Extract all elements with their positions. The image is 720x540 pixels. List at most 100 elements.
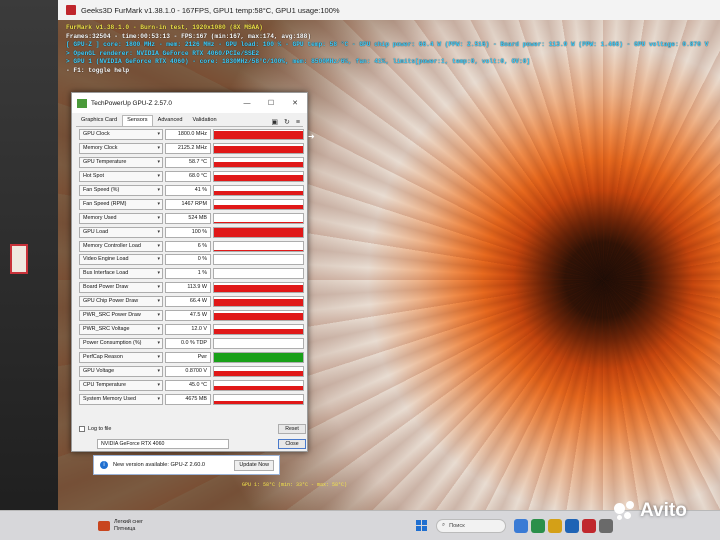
sensor-value: 524 MB xyxy=(165,212,211,224)
sensor-row: PWR_SRC Power Draw ▾ 47.5 W xyxy=(79,309,306,323)
start-button-icon[interactable] xyxy=(416,519,428,532)
sensor-label-text: PWR_SRC Power Draw xyxy=(83,312,141,319)
osd-line: Frames:32504 - time:00:53:13 - FPS:167 (… xyxy=(66,32,312,40)
taskbar-search[interactable]: ⌕ Поиск xyxy=(436,518,506,533)
sensor-graph-fill xyxy=(214,299,303,307)
sensor-label[interactable]: Memory Clock ▾ xyxy=(79,142,163,154)
chevron-down-icon: ▾ xyxy=(157,381,160,388)
sensor-label[interactable]: CPU Temperature ▾ xyxy=(79,379,163,391)
sensor-label[interactable]: GPU Temperature ▾ xyxy=(79,156,163,168)
sensor-label[interactable]: System Memory Used ▾ xyxy=(79,393,163,405)
chevron-down-icon: ▾ xyxy=(157,242,160,249)
sensor-label[interactable]: Video Engine Load ▾ xyxy=(79,254,163,266)
sensor-graph-fill xyxy=(214,401,303,404)
sensor-list: GPU Clock ▾ 1800.0 MHz Memory Clock ▾ 2125.2 … xyxy=(79,128,306,407)
gpuz-window[interactable]: TechPowerUp GPU-Z 2.57.0 — ☐ ✕ Graphics … xyxy=(71,92,308,452)
sensor-graph xyxy=(213,226,304,238)
maximize-icon[interactable]: ☐ xyxy=(259,99,283,107)
taskbar: Легкий снег Пятница ⌕ Поиск xyxy=(0,510,720,540)
tab-graphics-card[interactable]: Graphics Card xyxy=(76,115,122,126)
sensor-label-text: GPU Voltage xyxy=(83,367,115,374)
sensor-graph xyxy=(213,129,304,140)
sensor-label[interactable]: Hot Spot ▾ xyxy=(79,170,163,182)
sensor-label-text: Memory Clock xyxy=(83,144,118,151)
update-now-button[interactable]: Update Now xyxy=(234,459,274,471)
sensor-label[interactable]: Fan Speed (RPM) ▾ xyxy=(79,198,163,210)
sensor-label[interactable]: Fan Speed (%) ▾ xyxy=(79,184,163,196)
sensor-label[interactable]: PWR_SRC Voltage ▾ xyxy=(79,324,163,336)
taskbar-app-icon[interactable] xyxy=(531,518,545,533)
refresh-icon[interactable]: ↻ xyxy=(284,118,290,126)
sensor-graph-fill xyxy=(214,222,303,223)
sensor-row: GPU Load ▾ 100 % xyxy=(79,226,306,240)
sensor-label[interactable]: Memory Controller Load ▾ xyxy=(79,240,163,252)
chevron-down-icon: ▾ xyxy=(157,158,160,165)
tab-advanced[interactable]: Advanced xyxy=(153,115,188,126)
sensor-value: 66.4 W xyxy=(165,296,211,308)
sensor-label[interactable]: Bus Interface Load ▾ xyxy=(79,268,163,280)
minimize-icon[interactable]: — xyxy=(235,100,259,107)
sensor-row: Memory Used ▾ 524 MB xyxy=(79,212,306,226)
taskbar-app-icon[interactable] xyxy=(582,518,596,533)
sensor-label-text: Fan Speed (%) xyxy=(83,186,120,193)
chevron-down-icon: ▾ xyxy=(157,354,160,360)
sensor-graph xyxy=(213,198,304,210)
furmark-titlebar[interactable]: Geeks3D FurMark v1.38.1.0 - 167FPS, GPU1… xyxy=(58,0,720,20)
sensor-row: Fan Speed (%) ▾ 41 % xyxy=(79,184,306,198)
sensor-label[interactable]: PerfCap Reason ▾ xyxy=(79,352,163,363)
log-label: Log to file xyxy=(88,426,112,432)
furmark-osd: FurMark v1.38.1.0 - Burn-in test, 1920x1… xyxy=(66,24,708,76)
search-icon: ⌕ xyxy=(442,522,446,528)
chevron-down-icon: ▾ xyxy=(157,200,160,207)
weather-icon xyxy=(98,520,110,531)
chevron-down-icon: ▾ xyxy=(157,298,160,305)
sensor-label[interactable]: GPU Load ▾ xyxy=(79,226,163,238)
gpuz-tabs: Graphics Card Sensors Advanced Validatio… xyxy=(76,115,303,127)
menu-icon[interactable]: ≡ xyxy=(296,119,300,126)
sensor-label[interactable]: GPU Chip Power Draw ▾ xyxy=(79,296,163,308)
taskbar-apps xyxy=(514,518,616,533)
close-button[interactable]: Close xyxy=(278,439,306,449)
tab-sensors[interactable]: Sensors xyxy=(122,115,153,126)
sensor-row: System Memory Used ▾ 4675 MB xyxy=(79,393,306,407)
log-checkbox[interactable] xyxy=(79,426,85,432)
chevron-down-icon: ▾ xyxy=(157,214,160,221)
avito-watermark: Avito xyxy=(614,500,687,522)
sensor-label[interactable]: GPU Voltage ▾ xyxy=(79,365,163,377)
taskbar-app-icon[interactable] xyxy=(599,518,613,533)
sensor-label-text: GPU Chip Power Draw xyxy=(83,298,139,305)
sensor-label[interactable]: Power Consumption (%) ▾ xyxy=(79,338,163,350)
taskbar-app-icon[interactable] xyxy=(565,518,579,533)
sensor-label[interactable]: GPU Clock ▾ xyxy=(79,129,163,140)
chevron-down-icon: ▾ xyxy=(157,131,160,137)
weather-widget[interactable]: Легкий снег Пятница xyxy=(98,519,178,533)
sensor-graph-fill xyxy=(214,313,303,321)
sensor-value: 45.0 °C xyxy=(165,379,211,391)
gpuz-titlebar[interactable]: TechPowerUp GPU-Z 2.57.0 — ☐ ✕ xyxy=(72,93,307,113)
sensor-graph xyxy=(213,282,304,294)
avito-wordmark: Avito xyxy=(640,500,687,521)
sensor-label-text: PWR_SRC Voltage xyxy=(83,326,130,333)
sensor-label[interactable]: Board Power Draw ▾ xyxy=(79,282,163,294)
gpu-select[interactable]: NVIDIA GeForce RTX 4060 xyxy=(97,439,229,449)
taskbar-app-icon[interactable] xyxy=(548,518,562,533)
taskbar-app-icon[interactable] xyxy=(514,518,528,533)
sensor-label-text: Board Power Draw xyxy=(83,284,129,291)
sensor-label-text: CPU Temperature xyxy=(83,381,127,388)
close-icon[interactable]: ✕ xyxy=(283,99,307,107)
sensor-graph xyxy=(213,142,304,154)
chevron-down-icon: ▾ xyxy=(157,395,160,402)
sensor-label-text: Fan Speed (RPM) xyxy=(83,200,127,207)
sensor-label[interactable]: PWR_SRC Power Draw ▾ xyxy=(79,310,163,322)
sensor-row: GPU Temperature ▾ 58.7 °C xyxy=(79,156,306,170)
sensor-label[interactable]: Memory Used ▾ xyxy=(79,212,163,224)
sensor-value: 1800.0 MHz xyxy=(165,129,211,140)
sensor-label-text: System Memory Used xyxy=(83,395,137,402)
osd-line: FurMark v1.38.1.0 - Burn-in test, 1920x1… xyxy=(66,24,263,31)
camera-icon[interactable]: ▣ xyxy=(271,118,278,126)
tab-validation[interactable]: Validation xyxy=(187,115,221,126)
reset-button[interactable]: Reset xyxy=(278,424,306,434)
log-to-file-option[interactable]: Log to file xyxy=(79,426,111,432)
sensor-graph xyxy=(213,379,304,391)
avito-logo-icon xyxy=(614,501,636,521)
